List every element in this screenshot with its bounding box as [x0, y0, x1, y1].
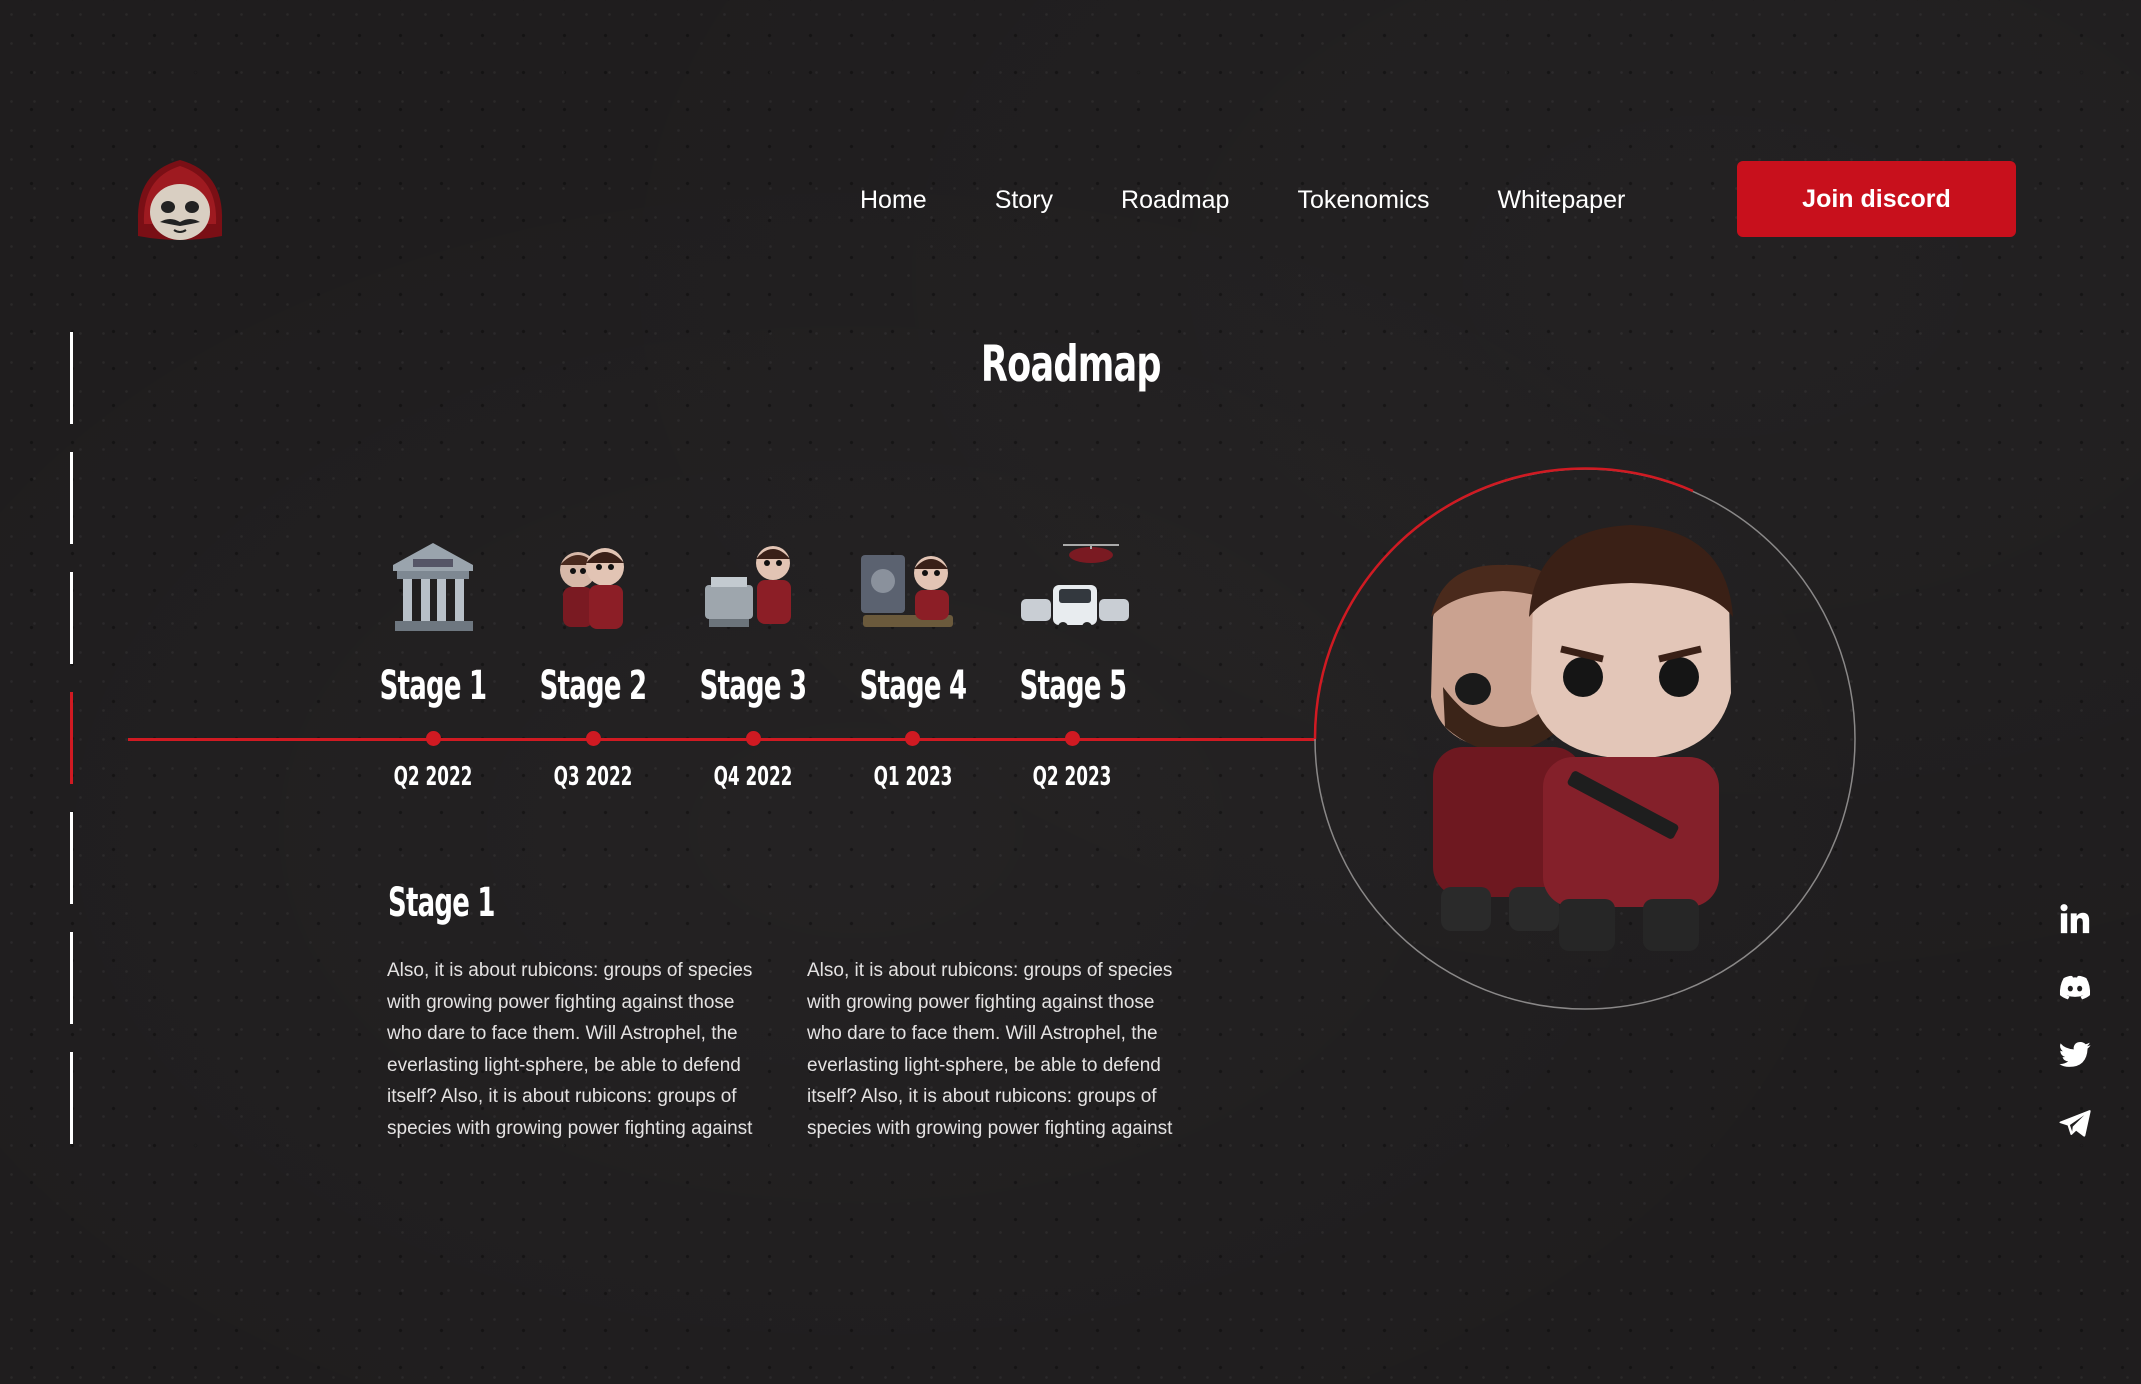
nav-home[interactable]: Home — [860, 186, 927, 215]
getaway-icon — [1021, 544, 1129, 632]
stage-label: Stage 3 — [699, 663, 807, 709]
linkedin-icon[interactable] — [2058, 902, 2092, 936]
stage-item[interactable]: Stage 4 — [833, 535, 993, 709]
rail-segment[interactable] — [70, 692, 73, 784]
page-title: Roadmap — [980, 335, 1162, 393]
rail-segment[interactable] — [70, 932, 73, 1024]
telegram-icon[interactable] — [2058, 1106, 2092, 1140]
stage-detail-text: Also, it is about rubicons: groups of sp… — [807, 960, 1173, 1139]
rail-segment[interactable] — [70, 332, 73, 424]
stage-item[interactable]: Stage 5 — [993, 535, 1153, 709]
discord-icon[interactable] — [2058, 971, 2092, 1005]
stage-detail-title: Stage 1 — [388, 880, 495, 926]
twitter-icon[interactable] — [2058, 1038, 2092, 1072]
timeline-line — [128, 738, 1316, 741]
nav-tokenomics[interactable]: Tokenomics — [1297, 186, 1429, 215]
timeline-dot[interactable] — [1065, 731, 1080, 746]
stage-item[interactable]: Stage 1 — [353, 535, 513, 709]
nav-roadmap[interactable]: Roadmap — [1121, 186, 1229, 215]
stage-label: Stage 1 — [379, 663, 487, 709]
stage-label: Stage 4 — [859, 663, 967, 709]
stage-date: Q3 2022 — [553, 762, 633, 792]
stage-date: Q1 2023 — [873, 762, 953, 792]
stage-label: Stage 5 — [1019, 663, 1127, 709]
nav-story[interactable]: Story — [995, 186, 1053, 215]
nav-whitepaper[interactable]: Whitepaper — [1497, 186, 1625, 215]
hero-characters-image — [1313, 467, 1856, 1010]
join-discord-button[interactable]: Join discord — [1737, 161, 2016, 237]
stage-date: Q2 2023 — [1032, 762, 1112, 792]
stage-label: Stage 2 — [539, 663, 647, 709]
rail-segment[interactable] — [70, 452, 73, 544]
timeline-dot[interactable] — [746, 731, 761, 746]
robbers-duo-icon — [560, 548, 624, 629]
logo-mask-icon[interactable] — [130, 152, 230, 252]
stage-date: Q2 2022 — [393, 762, 473, 792]
timeline-dot[interactable] — [586, 731, 601, 746]
money-printer-icon — [705, 546, 791, 627]
timeline-dot[interactable] — [905, 731, 920, 746]
stage-detail-text: Also, it is about rubicons: groups of sp… — [387, 960, 753, 1139]
rail-segment[interactable] — [70, 572, 73, 664]
vault-crew-icon — [861, 555, 953, 627]
main-nav: Home Story Roadmap Tokenomics Whitepaper — [860, 170, 1693, 230]
bank-icon — [393, 543, 473, 631]
stage-item[interactable]: Stage 3 — [673, 535, 833, 709]
rail-segment[interactable] — [70, 812, 73, 904]
rail-segment[interactable] — [70, 1052, 73, 1144]
stage-date: Q4 2022 — [713, 762, 793, 792]
timeline-dot[interactable] — [426, 731, 441, 746]
stage-item[interactable]: Stage 2 — [513, 535, 673, 709]
